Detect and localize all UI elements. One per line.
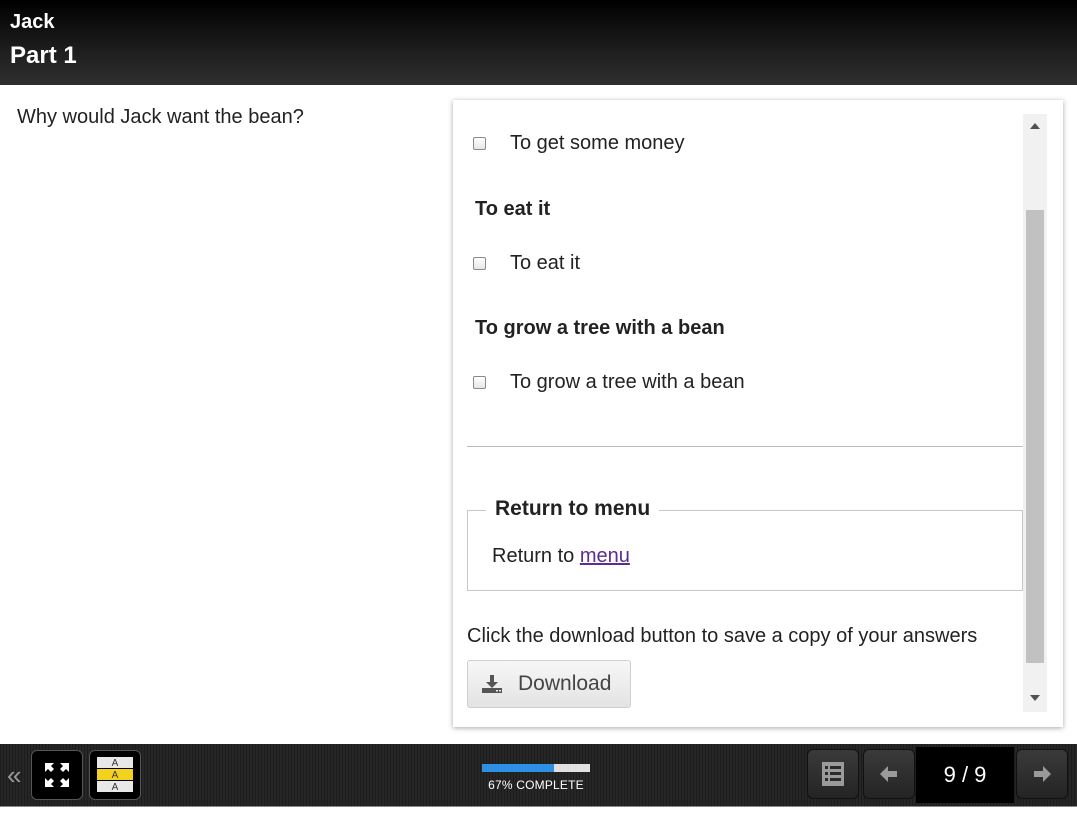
scrollbar-thumb[interactable]	[1026, 210, 1044, 663]
arrow-left-icon	[880, 766, 897, 782]
arrow-right-icon	[1034, 766, 1051, 782]
answer-checkbox[interactable]	[473, 256, 486, 270]
answer-group-heading: To eat it	[475, 198, 551, 220]
scroll-down-arrow-icon[interactable]	[1023, 688, 1047, 708]
menu-link[interactable]: menu	[580, 545, 630, 567]
section-divider	[467, 446, 1023, 447]
answer-group-heading: To grow a tree with a bean	[475, 317, 725, 339]
answer-checkbox[interactable]	[473, 375, 486, 389]
download-button[interactable]: Download	[467, 660, 631, 708]
next-page-button[interactable]	[1016, 749, 1068, 799]
answer-panel: To get some money To eat it To eat it To…	[453, 100, 1063, 727]
collapse-icon[interactable]: «	[7, 762, 21, 788]
footer-toolbar: « A A A 67% COMPLETE 9 / 9	[0, 744, 1077, 807]
answer-panel-content: To get some money To eat it To eat it To…	[453, 100, 1023, 727]
return-menu-prefix: Return to	[492, 545, 580, 567]
list-menu-icon	[822, 762, 844, 786]
progress-fill	[482, 764, 555, 772]
question-text: Why would Jack want the bean?	[17, 106, 304, 128]
scroll-up-arrow-icon[interactable]	[1023, 116, 1047, 136]
app-header: Jack Part 1	[0, 0, 1077, 85]
download-button-label: Download	[518, 672, 612, 695]
download-info-text: Click the download button to save a copy…	[467, 625, 978, 647]
text-size-icon: A A A	[97, 757, 133, 793]
answer-option-label: To eat it	[510, 251, 581, 274]
download-icon	[482, 675, 502, 693]
answer-option[interactable]: To get some money	[473, 131, 685, 155]
answer-option[interactable]: To grow a tree with a bean	[473, 370, 745, 394]
panel-scrollbar[interactable]	[1023, 114, 1047, 712]
menu-button[interactable]	[807, 749, 859, 799]
previous-page-button[interactable]	[863, 749, 915, 799]
progress-label: 67% COMPLETE	[488, 778, 584, 792]
svg-text:A: A	[112, 758, 119, 769]
text-size-button[interactable]: A A A	[89, 750, 141, 800]
answer-checkbox[interactable]	[473, 136, 486, 150]
return-menu-text: Return to menu	[492, 545, 630, 568]
progress-track	[482, 764, 590, 772]
return-menu-fieldset: Return to menu Return to menu	[467, 497, 1023, 591]
return-menu-legend: Return to menu	[486, 497, 660, 521]
answer-option[interactable]: To eat it	[473, 251, 580, 275]
answer-option-label: To get some money	[510, 131, 685, 154]
fullscreen-button[interactable]	[31, 750, 83, 800]
svg-text:A: A	[112, 782, 119, 793]
page-counter: 9 / 9	[916, 747, 1014, 803]
app-title: Jack	[10, 11, 55, 33]
svg-text:A: A	[112, 770, 119, 781]
page-title: Part 1	[10, 42, 77, 69]
answer-option-label: To grow a tree with a bean	[510, 370, 745, 393]
fullscreen-icon	[45, 763, 69, 787]
progress-indicator: 67% COMPLETE	[482, 764, 590, 792]
